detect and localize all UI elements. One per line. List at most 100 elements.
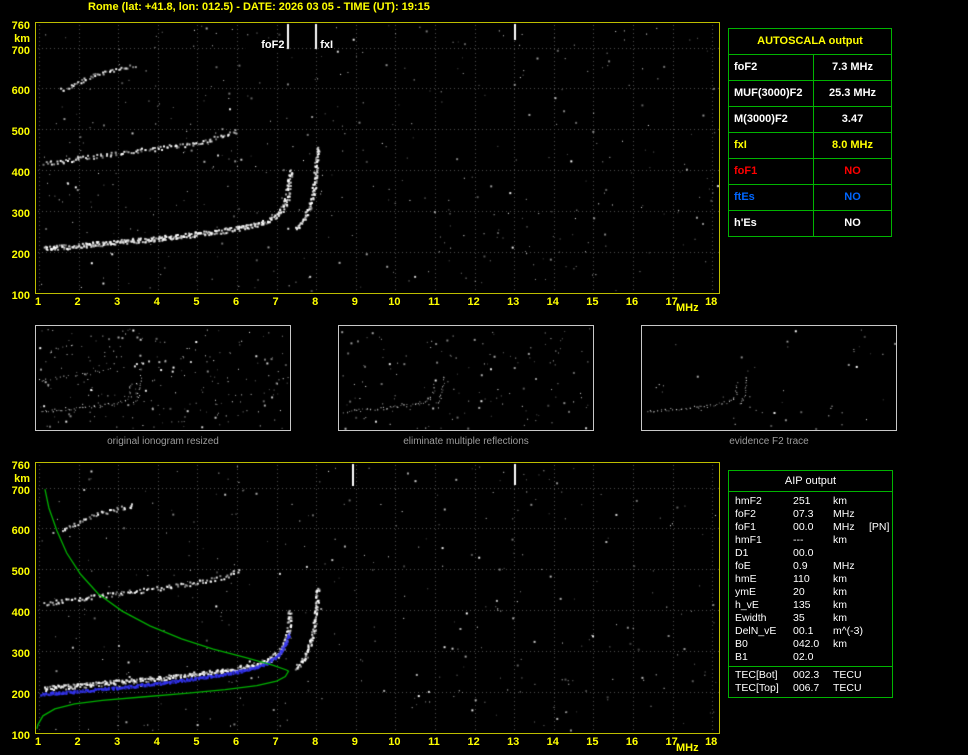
x-tick-top-7: 7	[272, 296, 279, 308]
y-tick-top-300: 300	[11, 208, 30, 221]
ionogram-plot-bottom	[35, 462, 720, 734]
aip-row-B1: B1 02.0	[729, 651, 892, 664]
aip-param-note	[869, 651, 892, 664]
aip-param-note	[869, 560, 892, 573]
x-tick-bottom-15: 15	[586, 736, 599, 748]
aip-table: AIP output hmF2 251 km foF2 07.3 MHz foF1 00.0 M…	[728, 470, 893, 698]
x-tick-bottom-12: 12	[467, 736, 480, 748]
aip-param-unit: km	[833, 638, 847, 650]
aip-param-note	[869, 599, 892, 612]
autoscala-param-label: MUF(3000)F2	[729, 81, 814, 106]
aip-param-note	[869, 508, 892, 521]
aip-param-label: DelN_vE	[735, 625, 777, 637]
aip-param-label: D1	[735, 547, 749, 559]
aip-param-value: 00.0	[793, 547, 814, 559]
y-tick-bottom-700: 700	[11, 484, 30, 497]
x-tick-top-11: 11	[428, 296, 440, 308]
x-tick-top-13: 13	[507, 296, 520, 308]
panel-eliminate-reflections	[338, 325, 594, 431]
aip-param-label: B1	[735, 651, 748, 663]
x-tick-bottom-14: 14	[546, 736, 559, 748]
y-tick-bottom-500: 500	[11, 566, 30, 579]
panel-evidence-f2	[641, 325, 897, 431]
y-axis-unit-bottom: km	[14, 473, 30, 485]
x-tick-top-18: 18	[705, 296, 718, 308]
aip-param-unit: TECU	[833, 682, 862, 694]
aip-param-value: 07.3	[793, 508, 814, 520]
aip-param-note	[869, 625, 892, 638]
autoscala-row-foF1: foF1 NO	[729, 159, 891, 185]
autoscala-row-fxI: fxI 8.0 MHz	[729, 133, 891, 159]
ionogram-canvas-top	[36, 23, 719, 293]
autoscala-param-label: h'Es	[729, 211, 814, 236]
aip-row-hmE: hmE 110 km	[729, 573, 892, 586]
aip-param-value: 135	[793, 599, 811, 611]
aip-row-hmF2: hmF2 251 km	[729, 495, 892, 508]
aip-tec-section: TEC[Bot] 002.3 TECU TEC[Top] 006.7 TECU	[729, 666, 892, 697]
x-tick-bottom-10: 10	[388, 736, 401, 748]
autoscala-row-h'Es: h'Es NO	[729, 211, 891, 236]
x-axis-unit-top: MHz	[676, 302, 699, 314]
aip-param-label: h_vE	[735, 599, 759, 611]
x-tick-bottom-6: 6	[232, 736, 240, 748]
y-tick-top-760: 760	[11, 20, 30, 32]
fxI-marker-label: fxI	[319, 39, 335, 51]
x-tick-bottom-8: 8	[312, 736, 319, 748]
y-tick-bottom-760: 760	[11, 460, 30, 472]
autoscala-row-M(3000)F2: M(3000)F2 3.47	[729, 107, 891, 133]
aip-param-note	[869, 586, 892, 599]
foF2-marker-label: foF2	[246, 39, 286, 51]
aip-row-foF2: foF2 07.3 MHz	[729, 508, 892, 521]
aip-row-h_vE: h_vE 135 km	[729, 599, 892, 612]
panel-caption-evidence: evidence F2 trace	[729, 436, 809, 447]
x-tick-bottom-16: 16	[625, 736, 639, 748]
panel-canvas-original	[36, 326, 290, 430]
aip-param-value: 042.0	[793, 638, 820, 650]
autoscala-table-header: AUTOSCALA output	[729, 29, 891, 55]
aip-param-label: hmE	[735, 573, 757, 585]
y-tick-bottom-300: 300	[11, 648, 30, 661]
aip-param-unit	[833, 651, 869, 664]
panel-canvas-evidence	[642, 326, 896, 430]
aip-param-unit: MHz	[833, 560, 855, 572]
x-tick-top-4: 4	[153, 296, 160, 308]
x-tick-top-12: 12	[467, 296, 480, 308]
aip-row-DelN_vE: DelN_vE 00.1 m^(-3)	[729, 625, 892, 638]
aip-param-unit: MHz	[833, 508, 855, 520]
x-tick-bottom-4: 4	[153, 736, 160, 748]
panel-caption-eliminate: eliminate multiple reflections	[403, 436, 529, 447]
y-tick-top-700: 700	[11, 44, 30, 57]
x-tick-top-15: 15	[586, 296, 599, 308]
autoscala-window: Rome (lat: +41.8, lon: 012.5) - DATE: 20…	[0, 0, 968, 755]
aip-param-note	[869, 573, 892, 586]
aip-param-unit: TECU	[833, 669, 862, 681]
aip-row-B0: B0 042.0 km	[729, 638, 892, 651]
aip-param-unit: km	[833, 586, 847, 598]
y-tick-bottom-200: 200	[11, 689, 30, 702]
aip-param-value: 006.7	[793, 682, 820, 694]
x-tick-bottom-1: 1	[34, 736, 42, 748]
autoscala-table-body: foF2 7.3 MHz MUF(3000)F2 25.3 MHz M(3000)F2 3…	[729, 55, 891, 236]
aip-param-label: foF2	[735, 508, 757, 520]
autoscala-param-value: NO	[844, 165, 861, 177]
y-tick-top-400: 400	[11, 167, 30, 180]
aip-param-note	[869, 682, 892, 695]
station-date-title: Rome (lat: +41.8, lon: 012.5) - DATE: 20…	[88, 1, 430, 13]
autoscala-table: AUTOSCALA output foF2 7.3 MHz MUF(3000)F2 2…	[728, 28, 892, 237]
autoscala-param-label: M(3000)F2	[729, 107, 814, 132]
aip-param-label: B0	[735, 638, 748, 650]
aip-param-note	[869, 495, 892, 508]
x-tick-top-8: 8	[312, 296, 319, 308]
y-tick-top-600: 600	[11, 85, 30, 98]
x-axis-unit-bottom: MHz	[676, 742, 699, 754]
autoscala-param-value: NO	[844, 191, 861, 203]
aip-param-unit: m^(-3)	[833, 625, 864, 637]
aip-param-value: 00.0	[793, 521, 814, 533]
autoscala-param-value: 3.47	[841, 113, 864, 125]
autoscala-row-foF2: foF2 7.3 MHz	[729, 55, 891, 81]
x-tick-bottom-3: 3	[114, 736, 121, 748]
aip-param-unit: MHz	[833, 521, 855, 533]
aip-row-D1: D1 00.0	[729, 547, 892, 560]
aip-param-unit: km	[833, 612, 847, 624]
x-tick-top-5: 5	[193, 296, 200, 308]
